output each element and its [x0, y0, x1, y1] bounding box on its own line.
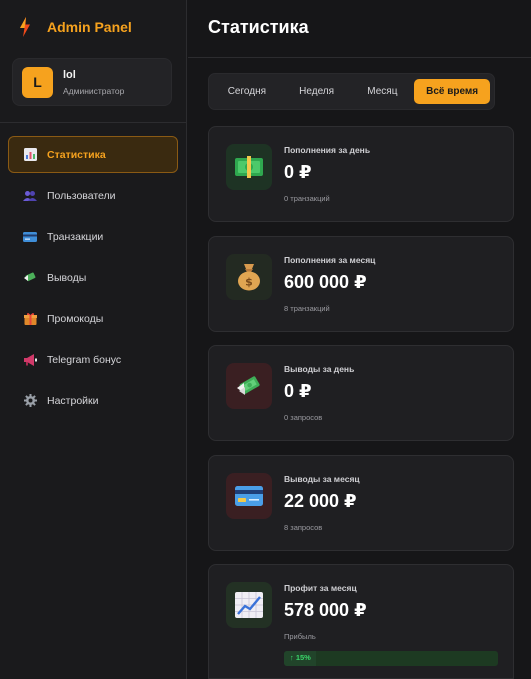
money-wings-icon	[23, 271, 37, 285]
avatar: L	[22, 66, 53, 98]
brand[interactable]: Admin Panel	[0, 0, 186, 54]
sidebar-item-settings[interactable]: Настройки	[8, 382, 178, 419]
stat-card-deposits-month: $ Пополнения за месяц 600 000 ₽ 8 транза…	[208, 236, 514, 332]
card-subtext: 0 запросов	[284, 413, 323, 422]
sidebar-item-label: Транзакции	[47, 230, 104, 243]
money-bag-icon: $	[226, 254, 272, 300]
users-icon	[23, 189, 37, 203]
card-subtext: Прибыль	[284, 632, 316, 641]
page-title: Статистика	[208, 17, 309, 37]
period-tabs: Сегодня Неделя Месяц Всё время	[208, 73, 495, 110]
card-label: Выводы за месяц	[284, 474, 360, 484]
card-value: 578 000 ₽	[284, 600, 367, 620]
user-role: Администратор	[63, 85, 125, 96]
sidebar-item-telegram-bonus[interactable]: Telegram бонус	[8, 341, 178, 378]
sidebar-item-users[interactable]: Пользователи	[8, 177, 178, 214]
profit-trend-text: ↑ 15%	[290, 653, 311, 662]
megaphone-icon	[23, 353, 37, 367]
stat-card-withdrawals-month: Выводы за месяц 22 000 ₽ 8 запросов	[208, 455, 514, 551]
stat-card-withdrawals-day: Выводы за день 0 ₽ 0 запросов	[208, 345, 514, 441]
sidebar-divider	[0, 122, 186, 123]
sidebar-item-label: Telegram бонус	[47, 353, 122, 366]
card-value: 0 ₽	[284, 162, 312, 182]
gear-icon	[23, 394, 37, 408]
sidebar-item-label: Выводы	[47, 271, 87, 284]
tab-week[interactable]: Неделя	[281, 79, 353, 104]
cash-icon	[226, 144, 272, 190]
user-name: lol	[63, 68, 76, 81]
sidebar-item-label: Пользователи	[47, 189, 116, 202]
gift-icon	[23, 312, 37, 326]
credit-card-icon	[226, 473, 272, 519]
tab-today[interactable]: Сегодня	[213, 79, 281, 104]
tab-all-time[interactable]: Всё время	[414, 79, 490, 104]
sidebar-item-label: Настройки	[47, 394, 99, 407]
card-label: Пополнения за день	[284, 145, 371, 155]
sidebar-item-withdrawals[interactable]: Выводы	[8, 259, 178, 296]
sidebar-item-label: Статистика	[47, 148, 106, 161]
profit-trend-badge: ↑ 15%	[284, 651, 498, 666]
sidebar-nav: Статистика Пользователи Транзакции Вывод…	[8, 136, 178, 423]
card-value: 0 ₽	[284, 381, 312, 401]
trend-up-icon	[226, 582, 272, 628]
main-header: Статистика	[188, 0, 531, 58]
sidebar-item-promocodes[interactable]: Промокоды	[8, 300, 178, 337]
card-label: Профит за месяц	[284, 583, 357, 593]
card-label: Выводы за день	[284, 364, 355, 374]
svg-text:$: $	[245, 276, 253, 289]
card-subtext: 0 транзакций	[284, 194, 330, 203]
tab-month[interactable]: Месяц	[352, 79, 412, 104]
card-label: Пополнения за месяц	[284, 255, 376, 265]
card-subtext: 8 транзакций	[284, 304, 330, 313]
sidebar-item-transactions[interactable]: Транзакции	[8, 218, 178, 255]
user-card[interactable]: L lol Администратор	[12, 58, 172, 106]
card-subtext: 8 запросов	[284, 523, 323, 532]
sidebar-item-statistics[interactable]: Статистика	[8, 136, 178, 173]
card-value: 600 000 ₽	[284, 272, 367, 292]
money-wings-icon	[226, 363, 272, 409]
brand-title: Admin Panel	[47, 19, 132, 35]
sidebar-item-label: Промокоды	[47, 312, 104, 325]
stat-card-profit-month: Профит за месяц 578 000 ₽ Прибыль ↑ 15%	[208, 564, 514, 679]
lightning-icon	[18, 16, 32, 38]
sidebar: Admin Panel L lol Администратор Статисти…	[0, 0, 187, 679]
card-icon	[23, 230, 37, 244]
chart-icon	[23, 148, 37, 162]
card-value: 22 000 ₽	[284, 491, 357, 511]
stat-card-deposits-day: Пополнения за день 0 ₽ 0 транзакций	[208, 126, 514, 222]
